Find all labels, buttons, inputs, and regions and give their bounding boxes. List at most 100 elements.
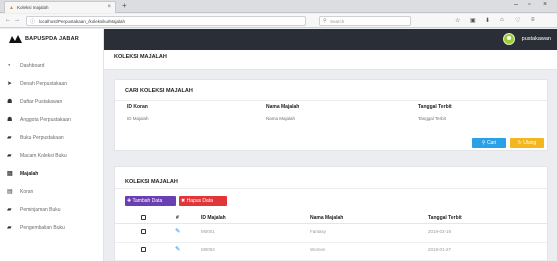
- tab-title: Koleksi majalah: [17, 5, 49, 10]
- search-button-label: Cari: [486, 140, 497, 146]
- column-header-tanggal: Tanggal Terbit: [428, 215, 462, 221]
- cell-id: M0002: [201, 247, 215, 252]
- bookmark-star-icon[interactable]: ☆: [455, 17, 460, 24]
- cell-tanggal: 2019-01-27: [428, 247, 452, 252]
- library-icon[interactable]: ▣: [470, 17, 476, 24]
- browser-tab[interactable]: ▲ Koleksi majalah ×: [4, 1, 116, 13]
- row-checkbox[interactable]: [141, 229, 146, 234]
- close-window-button[interactable]: ×: [543, 1, 547, 8]
- column-header-nama: Nama Majalah: [310, 215, 344, 221]
- cell-id: M0001: [201, 229, 215, 234]
- new-tab-button[interactable]: +: [122, 1, 127, 10]
- download-icon[interactable]: ⬇: [485, 17, 490, 24]
- sidebar-item-denah[interactable]: ➤ Denah Perpustakaan: [0, 75, 104, 93]
- sidebar-item-label: Daftar Pustakawan: [20, 99, 63, 105]
- divider: [115, 188, 547, 189]
- sidebar-item-label: Koran: [20, 189, 34, 195]
- table-row[interactable]: ✎ M0001 Fantasy 2019-03-19: [115, 225, 547, 243]
- cell-tanggal: 2019-03-19: [428, 229, 452, 234]
- sidebar-item-macam-koleksi[interactable]: ▰ Macam Koleksi Buku: [0, 147, 104, 165]
- site-info-icon[interactable]: ⓘ: [30, 18, 35, 25]
- edit-icon[interactable]: ✎: [175, 245, 180, 253]
- delete-data-label: Hapus Data: [186, 198, 213, 204]
- home-icon[interactable]: ⌂: [500, 17, 504, 23]
- sidebar-item-dashboard[interactable]: ◔ Dashboard: [0, 57, 104, 75]
- brand-logo-icon: [9, 35, 22, 43]
- search-button[interactable]: ⚲ Cari: [472, 138, 506, 148]
- sidebar: BAPUSPDA JABAR ◔ Dashboard ➤ Denah Perpu…: [0, 29, 104, 261]
- select-all-checkbox[interactable]: [141, 215, 146, 220]
- reset-button-label: Ulang: [523, 140, 537, 146]
- search-card-title: CARI KOLEKSI MAJALAH: [125, 88, 193, 94]
- sidebar-menu: ◔ Dashboard ➤ Denah Perpustakaan ☗ Dafta…: [0, 57, 104, 237]
- divider: [115, 100, 547, 101]
- sidebar-item-pustakawan[interactable]: ☗ Daftar Pustakawan: [0, 93, 104, 111]
- magazine-icon: ▤: [7, 171, 13, 177]
- location-icon: ➤: [7, 81, 13, 87]
- nama-field-label: Nama Majalah: [266, 104, 300, 110]
- id-field-label: ID Koran: [127, 104, 148, 110]
- sidebar-item-label: Majalah: [20, 171, 39, 177]
- address-url: localhost/Perpustakaan_/koleksiku/Majala…: [39, 19, 126, 24]
- forward-icon[interactable]: →: [14, 17, 20, 23]
- main-content: KOLEKSI MAJALAH CARI KOLEKSI MAJALAH ID …: [104, 50, 557, 261]
- table-card: KOLEKSI MAJALAH ✚ Tambah Data ✖ Hapus Da…: [114, 166, 548, 261]
- sidebar-item-peminjaman[interactable]: ▰ Peminjaman Buku: [0, 201, 104, 219]
- cell-nama: Women: [310, 247, 326, 252]
- sidebar-item-label: Denah Perpustakaan: [20, 81, 67, 87]
- add-data-label: Tambah Data: [132, 198, 163, 204]
- avatar[interactable]: [503, 33, 515, 45]
- book-icon: ▰: [7, 153, 12, 159]
- browser-tab-bar: ▲ Koleksi majalah × + – ▫ ×: [0, 0, 557, 13]
- table-row[interactable]: ✎ M0002 Women 2019-01-27: [115, 243, 547, 261]
- table-header: # ID Majalah Nama Majalah Tanggal Terbit: [115, 212, 547, 224]
- minimize-button[interactable]: –: [514, 1, 518, 8]
- row-checkbox[interactable]: [141, 247, 146, 252]
- search-bar[interactable]: ⚲ Search: [319, 16, 411, 26]
- edit-icon[interactable]: ✎: [175, 227, 180, 235]
- site-favicon-icon: ▲: [9, 5, 14, 11]
- sidebar-item-label: Pengembalian Buku: [20, 225, 65, 231]
- tab-close-icon[interactable]: ×: [107, 4, 111, 10]
- user-icon: ☗: [7, 99, 13, 105]
- users-icon: ☗: [7, 117, 13, 123]
- brand-name: BAPUSPDA JABAR: [25, 36, 79, 42]
- book-icon: ▰: [7, 207, 12, 213]
- search-placeholder: Search: [330, 19, 345, 24]
- browser-nav-bar: ← → ⓘ localhost/Perpustakaan_/koleksiku/…: [0, 14, 557, 28]
- nama-majalah-input[interactable]: [266, 114, 386, 122]
- sidebar-item-pengembalian[interactable]: ▰ Pengembalian Buku: [0, 219, 104, 237]
- book-icon: ▰: [7, 225, 12, 231]
- book-icon: ▰: [7, 135, 12, 141]
- dashboard-icon: ◔: [7, 63, 11, 69]
- id-majalah-input[interactable]: [127, 114, 247, 122]
- sidebar-item-label: Buku Perpustakaan: [20, 135, 64, 141]
- sidebar-item-majalah[interactable]: ▤ Majalah: [0, 165, 104, 183]
- maximize-button[interactable]: ▫: [528, 1, 530, 8]
- table-card-title: KOLEKSI MAJALAH: [125, 179, 178, 185]
- menu-icon[interactable]: ≡: [531, 17, 535, 23]
- sidebar-item-buku[interactable]: ▰ Buku Perpustakaan: [0, 129, 104, 147]
- username[interactable]: pustakawan: [522, 36, 551, 42]
- tanggal-field-label: Tanggal Terbit: [418, 104, 452, 110]
- sidebar-item-label: Peminjaman Buku: [20, 207, 61, 213]
- search-icon: ⚲: [323, 18, 327, 24]
- column-header-id: ID Majalah: [201, 215, 226, 221]
- brand[interactable]: BAPUSPDA JABAR: [0, 29, 104, 50]
- sidebar-item-label: Macam Koleksi Buku: [20, 153, 67, 159]
- reset-button[interactable]: ↻ Ulang: [510, 138, 544, 148]
- sidebar-item-anggota[interactable]: ☗ Anggota Perpustakaan: [0, 111, 104, 129]
- page-header: KOLEKSI MAJALAH: [104, 50, 557, 70]
- back-icon[interactable]: ←: [5, 17, 11, 23]
- search-card: CARI KOLEKSI MAJALAH ID Koran Nama Majal…: [114, 79, 548, 151]
- address-bar[interactable]: ⓘ localhost/Perpustakaan_/koleksiku/Maja…: [26, 16, 327, 26]
- cell-nama: Fantasy: [310, 229, 327, 234]
- tanggal-terbit-input[interactable]: [418, 114, 538, 122]
- add-data-button[interactable]: ✚ Tambah Data: [125, 196, 176, 206]
- pocket-icon[interactable]: ♡: [515, 17, 520, 24]
- sidebar-item-koran[interactable]: ▤ Koran: [0, 183, 104, 201]
- app-header: pustakawan: [104, 29, 557, 50]
- newspaper-icon: ▤: [7, 189, 13, 195]
- column-header-number: #: [176, 215, 179, 221]
- delete-data-button[interactable]: ✖ Hapus Data: [179, 196, 227, 206]
